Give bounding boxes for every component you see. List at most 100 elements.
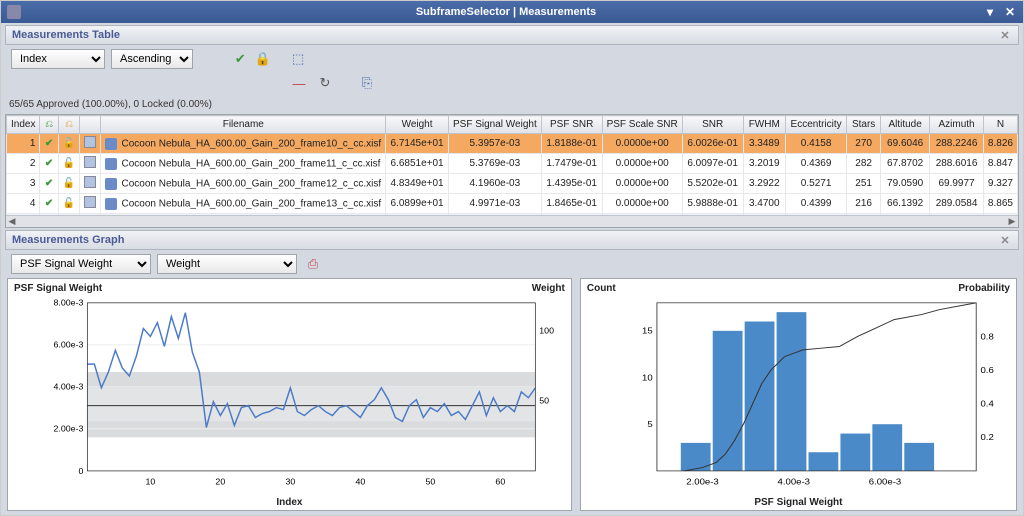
svg-text:0.6: 0.6 (980, 365, 993, 374)
minimize-button[interactable]: ▾ (983, 5, 997, 19)
check-icon: ✔ (45, 138, 53, 149)
index-cell: 2 (7, 154, 40, 174)
column-header[interactable]: Weight (386, 116, 449, 134)
titlebar: SubframeSelector | Measurements ▾ ✕ (1, 1, 1023, 23)
table-toolbar-row2: — ↻ ⎘ (5, 69, 1019, 97)
index-cell: 1 (7, 134, 40, 154)
scroll-left-icon[interactable]: ◀ (6, 216, 18, 227)
measurements-table-header[interactable]: Measurements Table ✕ (5, 25, 1019, 45)
column-header[interactable]: PSF Signal Weight (448, 116, 541, 134)
scroll-right-icon[interactable]: ▶ (1006, 216, 1018, 227)
file-icon (105, 158, 117, 170)
collapse-icon[interactable]: ✕ (998, 233, 1012, 247)
graph-y1-select[interactable]: PSF Signal Weight (11, 254, 151, 274)
svg-text:10: 10 (642, 373, 653, 382)
svg-text:4.00e-3: 4.00e-3 (777, 477, 809, 486)
svg-text:0: 0 (79, 466, 84, 476)
file-icon (105, 138, 117, 150)
svg-text:10: 10 (145, 476, 155, 486)
index-cell: 3 (7, 174, 40, 194)
column-header[interactable] (80, 116, 101, 134)
filename-cell: Cocoon Nebula_HA_600.00_Gain_200_frame11… (101, 154, 386, 174)
export-graph-button[interactable]: ⎙ (303, 254, 323, 274)
app-icon (7, 5, 21, 19)
svg-text:4.00e-3: 4.00e-3 (53, 382, 83, 392)
file-icon (105, 198, 117, 210)
svg-text:2.00e-3: 2.00e-3 (686, 477, 718, 486)
svg-text:40: 40 (355, 476, 365, 486)
lock-icon: 🔓 (63, 138, 75, 149)
column-header[interactable]: N (983, 116, 1017, 134)
reset-button[interactable]: ↻ (315, 73, 335, 93)
svg-text:2.00e-3: 2.00e-3 (53, 424, 83, 434)
chart-ylabel-left: Count (587, 283, 616, 294)
file-icon (105, 178, 117, 190)
lock-icon: 🔓 (63, 178, 75, 189)
column-header[interactable]: Azimuth (930, 116, 984, 134)
collapse-icon[interactable]: ✕ (998, 28, 1012, 42)
chart-ylabel-right: Probability (958, 283, 1010, 294)
image-icon (84, 176, 96, 188)
svg-text:60: 60 (495, 476, 505, 486)
table-row[interactable]: 1 ✔ 🔓 Cocoon Nebula_HA_600.00_Gain_200_fram… (7, 134, 1018, 154)
check-icon: ✔ (45, 198, 53, 209)
svg-text:0.4: 0.4 (980, 399, 993, 408)
filename-cell: Cocoon Nebula_HA_600.00_Gain_200_frame12… (101, 174, 386, 194)
window-title: SubframeSelector | Measurements (29, 6, 983, 18)
index-cell: 4 (7, 194, 40, 214)
column-header[interactable]: Stars (847, 116, 881, 134)
col-approve[interactable]: ⎌ (40, 116, 58, 134)
filename-cell: Cocoon Nebula_HA_600.00_Gain_200_frame13… (101, 194, 386, 214)
measurements-graph-header[interactable]: Measurements Graph ✕ (5, 230, 1019, 250)
filename-cell: Cocoon Nebula_HA_600.00_Gain_200_frame10… (101, 134, 386, 154)
svg-text:30: 30 (285, 476, 295, 486)
table-scroll[interactable]: Index⎌⎌FilenameWeightPSF Signal WeightPS… (6, 115, 1018, 215)
approve-button[interactable]: ✔ (233, 49, 248, 69)
histogram-chart: Count Probability PSF Signal Weight 5101… (580, 278, 1017, 511)
svg-text:50: 50 (425, 476, 435, 486)
status-text: 65/65 Approved (100.00%), 0 Locked (0.00… (1, 97, 1023, 114)
graph-toolbar: PSF Signal Weight Weight ⎙ (5, 250, 1019, 278)
svg-text:50: 50 (539, 396, 549, 406)
column-header[interactable]: PSF Scale SNR (602, 116, 682, 134)
image-icon (84, 136, 96, 148)
table-row[interactable]: 3 ✔ 🔓 Cocoon Nebula_HA_600.00_Gain_200_fram… (7, 174, 1018, 194)
sort-direction-select[interactable]: Ascending (111, 49, 193, 69)
toggle-button[interactable]: ⬚ (291, 49, 306, 69)
column-header[interactable]: FWHM (743, 116, 785, 134)
column-header[interactable]: Filename (101, 116, 386, 134)
svg-text:0.8: 0.8 (980, 332, 993, 341)
column-header[interactable]: SNR (682, 116, 743, 134)
svg-text:0.2: 0.2 (980, 433, 993, 442)
svg-text:5: 5 (647, 420, 652, 429)
measurements-table: Index⎌⎌FilenameWeightPSF Signal WeightPS… (5, 114, 1019, 228)
reject-button[interactable]: — (289, 73, 309, 93)
table-row[interactable]: 4 ✔ 🔓 Cocoon Nebula_HA_600.00_Gain_200_fram… (7, 194, 1018, 214)
line-chart: PSF Signal Weight Weight Index 02.00e-34… (7, 278, 572, 511)
image-icon (84, 156, 96, 168)
column-header[interactable]: Index (7, 116, 40, 134)
graph-y2-select[interactable]: Weight (157, 254, 297, 274)
svg-text:15: 15 (642, 326, 653, 335)
lock-button[interactable]: 🔒 (254, 49, 272, 69)
horizontal-scrollbar[interactable]: ◀ ▶ (6, 215, 1018, 227)
col-lock[interactable]: ⎌ (58, 116, 80, 134)
save-csv-button[interactable]: ⎘ (357, 73, 377, 93)
svg-text:6.00e-3: 6.00e-3 (53, 340, 83, 350)
column-header[interactable]: Altitude (881, 116, 930, 134)
sort-field-select[interactable]: Index (11, 49, 105, 69)
check-icon: ✔ (45, 158, 53, 169)
column-header[interactable]: PSF SNR (541, 116, 602, 134)
svg-text:6.00e-3: 6.00e-3 (869, 477, 901, 486)
svg-text:100: 100 (539, 326, 554, 336)
check-icon: ✔ (45, 178, 53, 189)
section-title: Measurements Graph (12, 234, 124, 246)
close-button[interactable]: ✕ (1003, 5, 1017, 19)
chart-ylabel-right: Weight (532, 283, 565, 294)
lock-icon: 🔓 (63, 158, 75, 169)
column-header[interactable]: Eccentricity (785, 116, 846, 134)
table-row[interactable]: 2 ✔ 🔓 Cocoon Nebula_HA_600.00_Gain_200_fram… (7, 154, 1018, 174)
lock-icon: 🔓 (63, 198, 75, 209)
chart-ylabel-left: PSF Signal Weight (14, 283, 102, 294)
section-title: Measurements Table (12, 29, 120, 41)
